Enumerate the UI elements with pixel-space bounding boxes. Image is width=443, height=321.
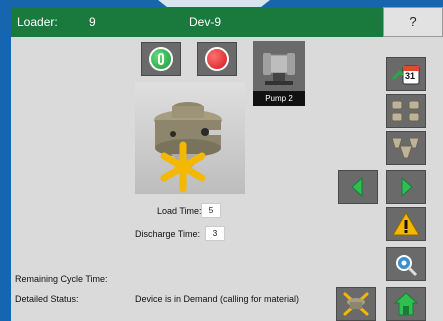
load-time-input[interactable]: 5: [201, 203, 221, 218]
discharge-time-label: Discharge Time:: [135, 229, 201, 239]
alarms-button[interactable]: [386, 207, 426, 241]
start-button[interactable]: [141, 42, 181, 76]
device-name: Dev-9: [189, 15, 222, 29]
load-time-label: Load Time:: [157, 206, 202, 216]
top-tab: [158, 0, 270, 7]
arrow-left-icon: [351, 176, 363, 198]
home-icon: [393, 292, 419, 316]
stop-icon: [205, 47, 229, 71]
detailed-status-label: Detailed Status:: [15, 294, 79, 304]
loaders-icon: [391, 100, 420, 122]
arrow-right-icon: [401, 176, 413, 198]
header-bar: Loader: 9 Dev-9 ?: [11, 7, 443, 37]
power-icon: [149, 47, 173, 71]
pump-button[interactable]: Pump 2: [253, 41, 305, 106]
remaining-cycle-label: Remaining Cycle Time:: [15, 274, 108, 284]
loaders-button[interactable]: [386, 94, 426, 128]
stop-button[interactable]: [197, 42, 237, 76]
loader-label: Loader:: [17, 15, 58, 29]
loader-panel: Loader: 9 Dev-9 ? Pump 2 Load Time: 5 Di…: [11, 7, 443, 321]
pump-label: Pump 2: [253, 91, 305, 106]
pump-icon: [263, 53, 295, 85]
help-button[interactable]: ?: [383, 7, 443, 37]
discharge-time-input[interactable]: 3: [205, 226, 225, 241]
receivers-icon: [391, 137, 420, 159]
warning-icon: [392, 212, 420, 236]
settings-button[interactable]: [386, 247, 426, 281]
schedule-button[interactable]: 31: [386, 57, 426, 91]
demand-star-icon: [160, 141, 206, 193]
previous-button[interactable]: [338, 170, 378, 204]
calendar-day: 31: [405, 71, 416, 81]
settings-icon: [396, 255, 418, 277]
receivers-button[interactable]: [386, 131, 426, 165]
device-demand-icon: [343, 292, 369, 316]
next-button[interactable]: [386, 170, 426, 204]
loader-number: 9: [89, 15, 96, 29]
device-demand-button[interactable]: [336, 287, 376, 321]
calendar-icon: 31: [391, 61, 421, 87]
detailed-status-value: Device is in Demand (calling for materia…: [135, 294, 300, 304]
home-button[interactable]: [386, 287, 426, 321]
device-image: [135, 82, 245, 194]
